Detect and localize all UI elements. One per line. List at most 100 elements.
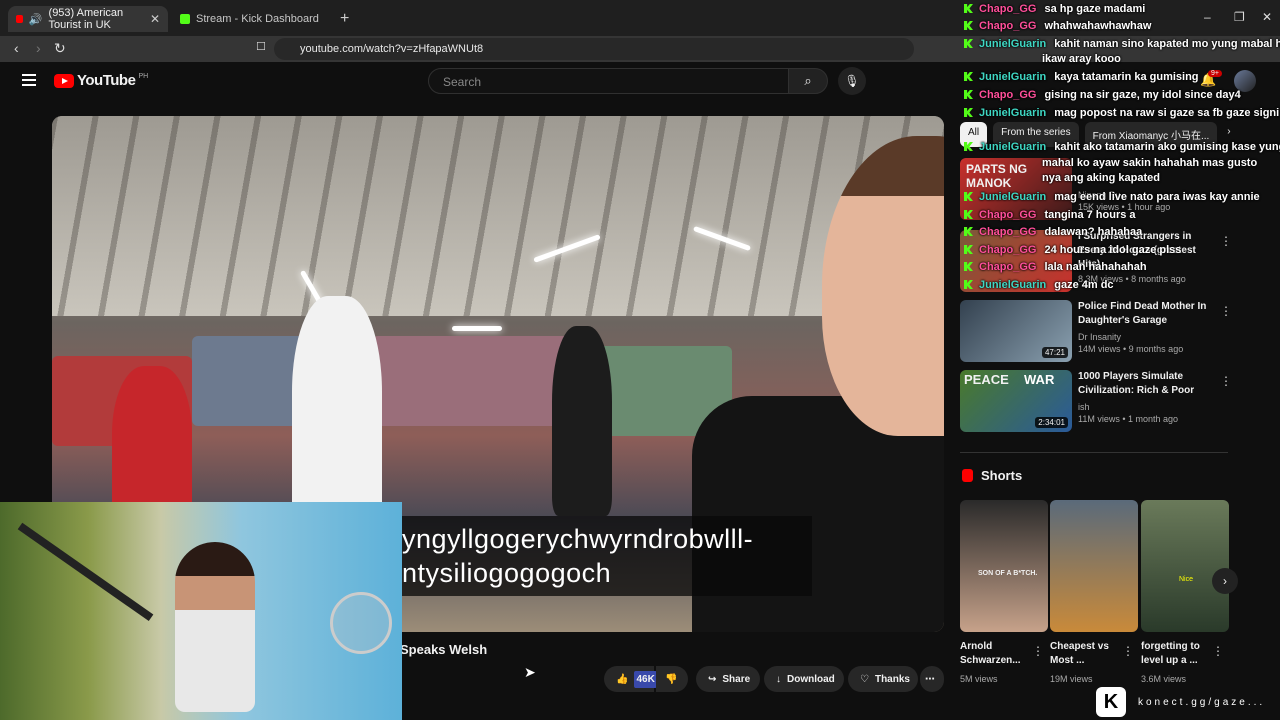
back-icon[interactable]: ‹ — [14, 40, 19, 56]
dislike-button[interactable]: 👎 — [656, 666, 688, 692]
chat-username[interactable]: Chapo_GG — [979, 226, 1036, 238]
short-title[interactable]: Cheapest vs Most ... — [1050, 640, 1120, 668]
more-options-icon[interactable]: ⋮ — [1212, 644, 1224, 658]
url-field[interactable]: youtube.com/watch?v=zHfapaWNUt8 — [274, 38, 914, 60]
tab-label: Stream - Kick Dashboard — [196, 13, 319, 25]
chat-username[interactable]: Chapo_GG — [979, 209, 1036, 221]
channel-name[interactable]: Dr Insanity — [1078, 332, 1121, 342]
chat-text: gising na sir gaze, my idol since day4 — [1044, 89, 1241, 101]
section-divider — [960, 452, 1228, 453]
chat-text: kaya tatamarin ka gumising — [1054, 71, 1199, 83]
video-title: Speaks Welsh — [400, 642, 488, 657]
chat-username[interactable]: Chapo_GG — [979, 3, 1036, 15]
mouse-cursor-icon: ➤ — [524, 664, 536, 680]
short-thumbnail[interactable]: Nice — [1141, 500, 1229, 632]
chat-text: mag eend live nato para iwas kay annie — [1054, 191, 1260, 203]
chat-message: Chapo_GG 24 hours na idol gaze plss — [964, 243, 1181, 257]
shorts-next-button[interactable]: › — [1212, 568, 1238, 594]
chat-text: tangina 7 hours a — [1044, 209, 1136, 221]
chat-message: mahal ko ayaw sakin hahahah mas gusto — [1042, 156, 1257, 170]
chat-username[interactable]: JunielGuarin — [979, 279, 1046, 291]
url-text: youtube.com/watch?v=zHfapaWNUt8 — [300, 43, 484, 55]
bookmark-icon[interactable]: ☐ — [256, 40, 266, 53]
download-button[interactable]: ↓ Download — [764, 666, 844, 692]
audio-icon: 🔊 — [28, 13, 43, 26]
maximize-button[interactable]: ❐ — [1234, 10, 1245, 24]
youtube-play-icon — [54, 73, 74, 88]
chat-username[interactable]: JunielGuarin — [979, 38, 1046, 50]
kick-url: konect.gg/gaze... — [1138, 696, 1266, 708]
chat-username[interactable]: JunielGuarin — [979, 71, 1046, 83]
chat-message: JunielGuarin kahit ako tatamarin ako gumi… — [964, 140, 1280, 154]
reload-icon[interactable]: ↻ — [54, 40, 66, 57]
more-options-icon[interactable]: ⋮ — [1220, 374, 1232, 388]
recommendation-item[interactable]: PEACE WAR 2:34:01 1000 Players Simulate … — [960, 370, 1260, 432]
forward-icon[interactable]: › — [36, 40, 41, 56]
chat-username[interactable]: JunielGuarin — [979, 107, 1046, 119]
search-icon: ⌕ — [804, 73, 812, 88]
clothing-rack — [372, 336, 572, 426]
chat-message: JunielGuarin kaya tatamarin ka gumising — [964, 70, 1199, 84]
thanks-button[interactable]: ♡ Thanks — [848, 666, 918, 692]
youtube-favicon-icon — [16, 15, 23, 23]
streamer-figure — [175, 542, 255, 712]
kick-logo-icon: K — [1096, 687, 1126, 717]
short-title[interactable]: Arnold Schwarzen... — [960, 640, 1030, 668]
short-thumbnail[interactable]: SON OF A B*TCH. — [960, 500, 1048, 632]
like-button[interactable]: 👍 46K — [604, 666, 657, 692]
kick-badge-icon — [964, 72, 973, 81]
tab-youtube[interactable]: 🔊 (953) American Tourist in UK ✕ — [8, 6, 168, 32]
search-input[interactable]: Search — [428, 68, 790, 94]
channel-name[interactable]: ish — [1078, 402, 1090, 412]
minimize-button[interactable]: – — [1204, 10, 1211, 24]
chat-username[interactable]: JunielGuarin — [979, 191, 1046, 203]
more-actions-button[interactable]: ⋯ — [920, 666, 944, 692]
chat-message: Chapo_GG dalawan? hahahaa — [964, 225, 1142, 239]
thumbs-up-icon: 👍 — [616, 673, 629, 685]
thumbnail-overlay-text: WAR — [1024, 372, 1055, 387]
new-tab-button[interactable]: + — [340, 10, 349, 28]
chat-message: Chapo_GG gising na sir gaze, my idol sinc… — [964, 88, 1241, 102]
close-window-button[interactable]: ✕ — [1262, 10, 1272, 24]
chat-text: nya ang aking kapated — [1042, 172, 1160, 184]
more-options-icon[interactable]: ⋮ — [1220, 304, 1232, 318]
chat-username[interactable]: Chapo_GG — [979, 20, 1036, 32]
short-views: 5M views — [960, 674, 998, 684]
chat-text: gaze 4m dc — [1054, 279, 1114, 291]
thumbs-down-icon: 👎 — [665, 673, 678, 685]
tab-kick-dashboard[interactable]: Stream - Kick Dashboard — [172, 6, 332, 32]
chat-text: mahal ko ayaw sakin hahahah mas gusto — [1042, 157, 1258, 169]
electric-fan — [330, 592, 392, 654]
chat-message: Chapo_GG sa hp gaze madami — [964, 2, 1145, 16]
more-options-icon[interactable]: ⋮ — [1032, 644, 1044, 658]
chat-username[interactable]: JunielGuarin — [979, 141, 1046, 153]
chat-message: JunielGuarin mag popost na raw si gaze sa… — [964, 106, 1280, 120]
short-title[interactable]: forgetting to level up a ... — [1141, 640, 1211, 668]
chat-message: ikaw aray kooo — [1042, 52, 1121, 66]
chat-username[interactable]: Chapo_GG — [979, 89, 1036, 101]
chat-text: 24 hours na idol gaze plss — [1044, 244, 1182, 256]
menu-icon[interactable] — [22, 74, 36, 86]
close-tab-icon[interactable]: ✕ — [150, 12, 160, 26]
more-options-icon[interactable]: ⋮ — [1122, 644, 1134, 658]
more-options-icon[interactable]: ⋮ — [1220, 234, 1232, 248]
share-button[interactable]: ↪ Share — [696, 666, 760, 692]
search-button[interactable]: ⌕ — [788, 68, 828, 94]
recommendation-item[interactable]: 47:21 Police Find Dead Mother In Daughte… — [960, 300, 1260, 362]
chat-text: mag popost na raw si gaze sa fb gaze sig… — [1054, 107, 1280, 119]
notification-count-badge: 9+ — [1208, 70, 1222, 77]
short-overlay-text: SON OF A B*TCH. — [978, 570, 1038, 577]
voice-search-button[interactable]: 🎙 — [838, 67, 866, 95]
kick-badge-icon — [964, 39, 973, 48]
short-thumbnail[interactable] — [1050, 500, 1138, 632]
chat-username[interactable]: Chapo_GG — [979, 244, 1036, 256]
youtube-header: YouTube PH Search ⌕ 🎙 — [0, 62, 950, 102]
tab-label: (953) American Tourist in UK — [48, 7, 124, 31]
chat-text: dalawan? hahahaa — [1044, 226, 1143, 238]
shorts-label: Shorts — [981, 468, 1023, 483]
chat-text: sa hp gaze madami — [1044, 3, 1146, 15]
chat-username[interactable]: Chapo_GG — [979, 261, 1036, 273]
video-meta: 11M views • 1 month ago — [1078, 414, 1179, 424]
youtube-logo[interactable]: YouTube PH — [54, 72, 148, 89]
kick-badge-icon — [964, 142, 973, 151]
